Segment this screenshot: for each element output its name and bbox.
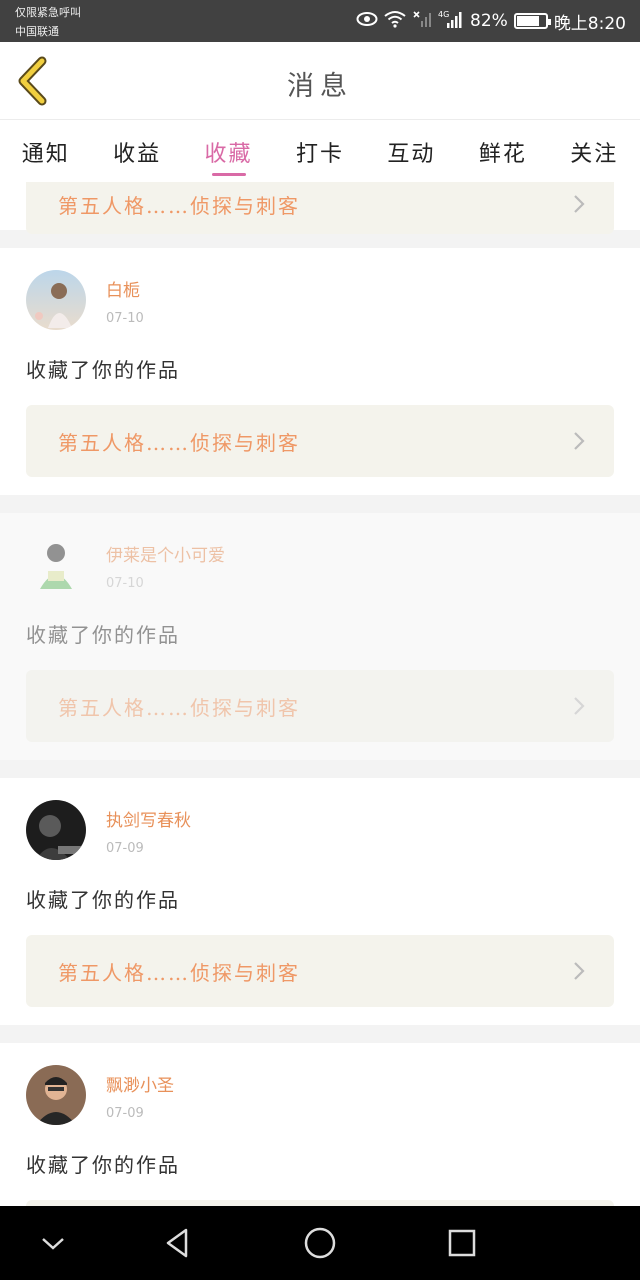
message-action-text: 收藏了你的作品 xyxy=(26,888,180,912)
no-signal-icon xyxy=(412,10,432,33)
user-name[interactable]: 执剑写春秋 xyxy=(106,806,191,831)
tab-bar: 通知 收益 收藏 打卡 互动 鲜花 关注 xyxy=(0,120,640,182)
home-nav-button[interactable] xyxy=(301,1224,339,1262)
carrier-name: 中国联通 xyxy=(15,25,59,38)
tab-following[interactable]: 关注 xyxy=(549,120,640,182)
header: 消息 xyxy=(0,42,640,120)
clock: 晚上8:20 xyxy=(553,13,626,34)
work-link-text: 第五人格……侦探与刺客 xyxy=(58,960,300,985)
divider xyxy=(0,495,640,513)
hide-navbar-button[interactable] xyxy=(34,1224,72,1262)
tab-checkin[interactable]: 打卡 xyxy=(274,120,365,182)
work-link-text: 第五人格……侦探与刺客 xyxy=(58,430,300,455)
work-link-text: 第五人格……侦探与刺客 xyxy=(58,193,300,218)
message-card: 白栀 07-10 收藏了你的作品 第五人格……侦探与刺客 xyxy=(0,248,640,495)
status-bar: 仅限紧急呼叫 中国联通 4G 82% 晚上8:20 xyxy=(0,0,640,42)
back-nav-button[interactable] xyxy=(158,1224,196,1262)
message-action-text: 收藏了你的作品 xyxy=(26,1153,180,1177)
square-recents-icon xyxy=(448,1229,476,1257)
chevron-right-icon xyxy=(574,962,585,980)
user-name[interactable]: 白栀 xyxy=(106,276,144,301)
chevron-right-icon xyxy=(574,697,585,715)
user-name[interactable]: 伊莱是个小可爱 xyxy=(106,541,225,566)
work-link-text: 第五人格……侦探与刺客 xyxy=(58,695,300,720)
user-row: 伊莱是个小可爱 07-10 xyxy=(26,535,614,601)
message-card-partial: 第五人格……侦探与刺客 xyxy=(0,182,640,234)
battery-icon xyxy=(513,13,551,29)
page-title: 消息 xyxy=(287,71,353,102)
message-card: 伊莱是个小可爱 07-10 收藏了你的作品 第五人格……侦探与刺客 xyxy=(0,513,640,760)
tab-favorites[interactable]: 收藏 xyxy=(183,120,274,182)
message-list[interactable]: 第五人格……侦探与刺客 白栀 07-10 收藏了你的作品 第五人格……侦探与刺客 xyxy=(0,182,640,1206)
avatar[interactable] xyxy=(26,270,86,330)
divider xyxy=(0,760,640,778)
avatar[interactable] xyxy=(26,800,86,860)
avatar[interactable] xyxy=(26,535,86,595)
work-link[interactable]: 第五人格……侦探与刺客 xyxy=(26,405,614,477)
signal-icon: 4G xyxy=(438,9,464,34)
message-card: 执剑写春秋 07-09 收藏了你的作品 第五人格……侦探与刺客 xyxy=(0,778,640,1025)
system-nav-bar xyxy=(0,1206,640,1280)
work-link[interactable]: 第五人格……侦探与刺客 xyxy=(26,182,614,234)
wifi-icon xyxy=(384,10,406,33)
message-card: 飘渺小圣 07-09 收藏了你的作品 xyxy=(0,1043,640,1206)
battery-fill xyxy=(516,16,540,26)
message-action-text: 收藏了你的作品 xyxy=(26,623,180,647)
user-row: 飘渺小圣 07-09 xyxy=(26,1065,614,1131)
divider xyxy=(0,1025,640,1043)
tab-interaction[interactable]: 互动 xyxy=(366,120,457,182)
work-link[interactable]: 第五人格……侦探与刺客 xyxy=(26,935,614,1007)
message-date: 07-09 xyxy=(106,1106,144,1121)
chevron-right-icon xyxy=(574,195,585,213)
tab-flowers[interactable]: 鲜花 xyxy=(457,120,548,182)
battery-percent: 82% xyxy=(470,11,508,31)
user-name[interactable]: 飘渺小圣 xyxy=(106,1071,174,1096)
recents-nav-button[interactable] xyxy=(443,1224,481,1262)
user-row: 执剑写春秋 07-09 xyxy=(26,800,614,866)
message-action-text: 收藏了你的作品 xyxy=(26,358,180,382)
network-type-label: 4G xyxy=(438,10,449,19)
chevron-down-icon xyxy=(42,1238,64,1250)
carrier-label: 仅限紧急呼叫 xyxy=(15,6,81,19)
message-date: 07-09 xyxy=(106,841,144,856)
message-date: 07-10 xyxy=(106,576,144,591)
tab-earnings[interactable]: 收益 xyxy=(91,120,182,182)
tab-notifications[interactable]: 通知 xyxy=(0,120,91,182)
eye-icon xyxy=(356,11,378,32)
message-date: 07-10 xyxy=(106,311,144,326)
user-row: 白栀 07-10 xyxy=(26,270,614,336)
circle-home-icon xyxy=(304,1227,336,1259)
avatar[interactable] xyxy=(26,1065,86,1125)
triangle-back-icon xyxy=(166,1228,188,1258)
chevron-right-icon xyxy=(574,432,585,450)
work-link[interactable]: 第五人格……侦探与刺客 xyxy=(26,670,614,742)
